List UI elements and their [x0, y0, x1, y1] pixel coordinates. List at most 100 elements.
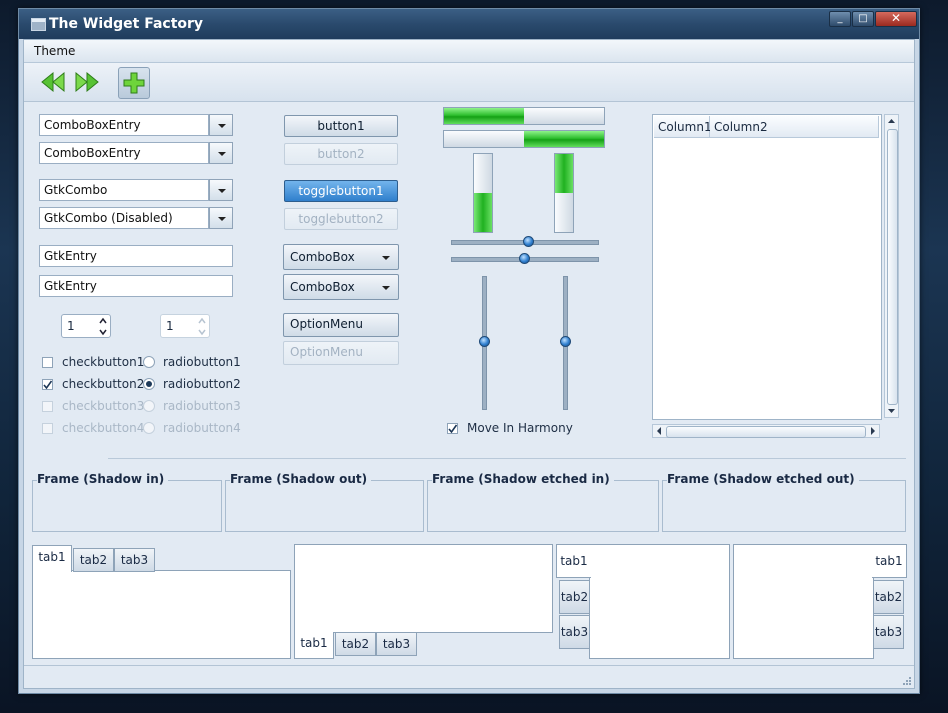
notebook-left-panel [589, 544, 730, 659]
horizontal-separator [108, 458, 906, 459]
menu-theme[interactable]: Theme [34, 44, 75, 58]
progressbar-v1-fill [474, 193, 492, 232]
checkbutton2-box[interactable] [42, 379, 53, 390]
checkmark-icon [43, 380, 53, 390]
tree-hscrollbar[interactable] [652, 424, 880, 438]
scroll-up-icon[interactable] [885, 116, 898, 126]
gtkcombo-1-input[interactable]: GtkCombo [39, 179, 209, 201]
combobox-1-value: ComboBox [290, 250, 355, 264]
column2-header[interactable]: Column2 [710, 116, 879, 138]
menu-bar: Theme [24, 40, 914, 63]
combobox-2[interactable]: ComboBox [283, 274, 399, 300]
spin-up-icon[interactable] [99, 317, 107, 325]
notebook-right-tab1[interactable]: tab1 [872, 544, 907, 578]
radiobutton2-circle[interactable] [143, 378, 155, 390]
gtkcombo-2-dropdown [209, 207, 233, 229]
notebook-right-tab2[interactable]: tab2 [873, 580, 904, 614]
minimize-button[interactable]: _ [829, 11, 851, 27]
forward-button[interactable] [72, 67, 102, 97]
checkbutton1-box[interactable] [42, 357, 53, 368]
checkbutton2-label: checkbutton2 [62, 377, 145, 391]
resize-grip-icon[interactable] [902, 676, 912, 686]
chevron-down-icon [382, 256, 390, 260]
hscale-2-knob[interactable] [519, 253, 530, 264]
app-icon [31, 18, 46, 31]
checkmark-icon [448, 424, 458, 434]
hscale-1-knob[interactable] [523, 236, 534, 247]
scroll-left-icon[interactable] [654, 425, 664, 437]
notebook-bottom-tab2[interactable]: tab2 [335, 632, 376, 656]
frame-shadow-out [225, 480, 424, 532]
add-plus-icon [123, 72, 145, 94]
vscale-1-knob[interactable] [479, 336, 490, 347]
title-bar[interactable]: The Widget Factory _ □ ✕ [19, 9, 919, 39]
progressbar-h1 [443, 107, 605, 125]
radiobutton3-label: radiobutton3 [163, 399, 241, 413]
back-arrows-icon [41, 71, 65, 93]
progressbar-v1 [473, 153, 493, 233]
notebook-right-tab3[interactable]: tab3 [873, 615, 904, 649]
comboboxentry-1-dropdown[interactable] [209, 114, 233, 136]
togglebutton2: togglebutton2 [284, 208, 398, 230]
comboboxentry-2-dropdown[interactable] [209, 142, 233, 164]
radiobutton1-circle[interactable] [143, 356, 155, 368]
frame-shadow-in-title: Frame (Shadow in) [37, 472, 169, 486]
gtkcombo-1-dropdown[interactable] [209, 179, 233, 201]
hscroll-thumb[interactable] [666, 426, 866, 438]
radiobutton2-label: radiobutton2 [163, 377, 241, 391]
progressbar-h2 [443, 130, 605, 148]
gtkentry-1[interactable]: GtkEntry [39, 245, 233, 267]
tree-vscrollbar[interactable] [884, 114, 899, 418]
gtkentry-2[interactable]: GtkEntry [39, 275, 233, 297]
frame-shadow-etched-in [427, 480, 659, 532]
checkbutton4-box [42, 423, 53, 434]
button1[interactable]: button1 [284, 115, 398, 137]
column1-header[interactable]: Column1 [654, 116, 712, 138]
progressbar-v2-fill [555, 154, 573, 193]
tree-view[interactable]: Column1 Column2 [652, 114, 882, 420]
progressbar-h1-fill [444, 108, 524, 124]
comboboxentry-2-input[interactable]: ComboBoxEntry [39, 142, 209, 164]
add-button[interactable] [118, 67, 150, 99]
frame-shadow-etched-in-title: Frame (Shadow etched in) [432, 472, 614, 486]
notebook-bottom-tab3[interactable]: tab3 [376, 632, 417, 656]
frame-shadow-etched-out-title: Frame (Shadow etched out) [667, 472, 859, 486]
client-area: Theme ComboBoxEntry ComboBoxEntry GtkCom… [23, 39, 915, 689]
comboboxentry-1-input[interactable]: ComboBoxEntry [39, 114, 209, 136]
vscale-2-knob[interactable] [560, 336, 571, 347]
optionmenu-2: OptionMenu [283, 341, 399, 365]
optionmenu-1[interactable]: OptionMenu [283, 313, 399, 337]
spinbutton-2: 1 [160, 314, 210, 338]
button2: button2 [284, 143, 398, 165]
checkbutton1-label: checkbutton1 [62, 355, 145, 369]
notebook-top-panel [32, 570, 291, 659]
scroll-right-icon[interactable] [868, 425, 878, 437]
notebook-top-tab1[interactable]: tab1 [32, 545, 72, 572]
frame-shadow-out-title: Frame (Shadow out) [230, 472, 372, 486]
togglebutton1[interactable]: togglebutton1 [284, 180, 398, 202]
combobox-1[interactable]: ComboBox [283, 244, 399, 270]
spin-down-icon[interactable] [99, 328, 107, 336]
spinbutton-1[interactable]: 1 [61, 314, 111, 338]
spinbutton-1-value: 1 [67, 319, 75, 333]
back-button[interactable] [38, 67, 68, 97]
notebook-top-tab2[interactable]: tab2 [73, 548, 114, 572]
radiobutton1-label: radiobutton1 [163, 355, 241, 369]
notebook-top-tab3[interactable]: tab3 [114, 548, 155, 572]
close-button[interactable]: ✕ [875, 11, 917, 27]
frame-shadow-etched-out [662, 480, 906, 532]
notebook-left-tab1[interactable]: tab1 [556, 544, 591, 578]
progressbar-v2 [554, 153, 574, 233]
notebook-bottom-panel [294, 544, 553, 633]
radio-dot-icon [146, 381, 152, 387]
notebook-left-tab2[interactable]: tab2 [559, 580, 590, 614]
notebook-bottom-tab1[interactable]: tab1 [294, 632, 334, 659]
spin-up-icon [198, 317, 206, 324]
move-in-harmony-box[interactable] [447, 423, 458, 434]
chevron-down-icon [382, 286, 390, 290]
vscroll-thumb[interactable] [887, 129, 898, 405]
frame-shadow-in [32, 480, 222, 532]
maximize-button[interactable]: □ [852, 11, 874, 27]
scroll-down-icon[interactable] [885, 406, 898, 416]
notebook-left-tab3[interactable]: tab3 [559, 615, 590, 649]
